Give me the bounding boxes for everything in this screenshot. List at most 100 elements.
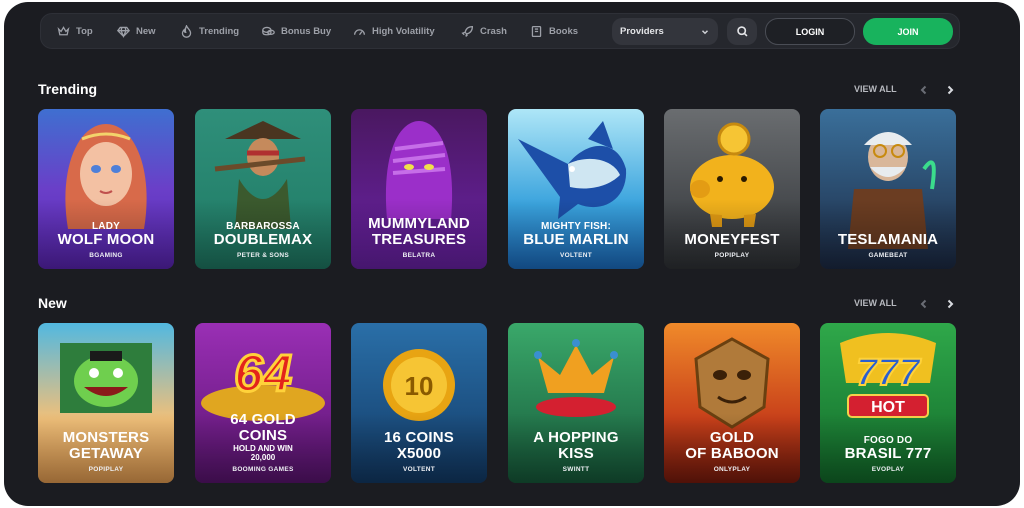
game-card-16-coins-x5000[interactable]: 10 16 COINS X5000 VOLTENT: [351, 323, 487, 483]
game-title: MONSTERS: [62, 429, 150, 446]
coins-icon: [262, 26, 275, 35]
card-text: GOLD OF BABOON ONLYPLAY: [664, 430, 800, 474]
game-title: MONEYFEST: [684, 231, 780, 248]
game-card-lady-wolf-moon[interactable]: LADY WOLF MOON BGAMING: [38, 109, 174, 269]
game-title: A HOPPING: [533, 429, 619, 446]
card-text: BARBAROSSA DOUBLEMAX PETER & SONS: [195, 221, 331, 260]
game-provider: POPIPLAY: [714, 252, 750, 259]
card-text: MONEYFEST POPIPLAY: [664, 232, 800, 260]
search-button[interactable]: [727, 18, 757, 45]
game-provider: GAMEBEAT: [868, 252, 908, 259]
nav-item-bonus-buy[interactable]: Bonus Buy: [262, 14, 331, 48]
chevron-right-icon: [947, 299, 954, 309]
nav-label-new: New: [136, 25, 156, 37]
game-title-line2: GETAWAY: [69, 445, 143, 462]
trending-prev-arrow[interactable]: [918, 83, 932, 97]
chevron-left-icon: [920, 299, 927, 309]
game-provider: POPIPLAY: [88, 466, 124, 473]
game-card-blue-marlin[interactable]: MIGHTY FISH: BLUE MARLIN VOLTENT: [508, 109, 644, 269]
chevron-right-icon: [947, 85, 954, 95]
view-all-new[interactable]: VIEW ALL: [854, 298, 897, 308]
card-text: LADY WOLF MOON BGAMING: [38, 221, 174, 260]
nav-item-crash[interactable]: Crash: [461, 14, 507, 48]
nav-label-top: Top: [76, 25, 93, 37]
trending-next-arrow[interactable]: [944, 83, 958, 97]
card-text: TESLAMANIA GAMEBEAT: [820, 232, 956, 260]
coin-value: 10: [405, 371, 434, 401]
join-button[interactable]: JOIN: [863, 18, 953, 45]
nav-item-trending[interactable]: Trending: [180, 14, 239, 48]
game-provider: PETER & SONS: [237, 252, 289, 259]
game-card-moneyfest[interactable]: MONEYFEST POPIPLAY: [664, 109, 800, 269]
logo-777: 777: [856, 352, 921, 394]
nav-item-new[interactable]: New: [117, 14, 156, 48]
game-title: MUMMYLAND: [368, 215, 470, 232]
rocket-icon: [461, 25, 474, 37]
game-provider: BGAMING: [89, 252, 123, 259]
diamond-icon: [117, 26, 130, 38]
game-card-a-hopping-kiss[interactable]: A HOPPING KISS SWINTT: [508, 323, 644, 483]
providers-label: Providers: [620, 26, 664, 37]
chevron-left-icon: [920, 85, 927, 95]
game-title: BLUE MARLIN: [523, 231, 629, 248]
providers-dropdown[interactable]: Providers: [612, 18, 718, 45]
game-card-64-gold-coins[interactable]: 64 64 GOLD COINS HOLD AND WIN 20,000 BOO…: [195, 323, 331, 483]
section-title-trending: Trending: [38, 81, 98, 97]
game-title-line2: COINS: [238, 427, 288, 444]
nav-item-high-volatility[interactable]: High Volatility: [353, 14, 435, 48]
game-title: GOLD: [709, 429, 755, 446]
badge-64: 64: [234, 345, 292, 403]
top-navbar: Top New Trending Bonus Buy High Volatili…: [40, 13, 960, 49]
game-card-teslamania[interactable]: TESLAMANIA GAMEBEAT: [820, 109, 956, 269]
game-provider: VOLTENT: [560, 252, 592, 259]
game-title: DOUBLEMAX: [213, 231, 313, 248]
nav-item-top[interactable]: Top: [57, 14, 93, 48]
game-title-line2: X5000: [396, 445, 442, 462]
game-tagline: HOLD AND WIN: [233, 444, 293, 453]
game-card-barbarossa-doublemax[interactable]: BARBAROSSA DOUBLEMAX PETER & SONS: [195, 109, 331, 269]
nav-label-trending: Trending: [199, 25, 240, 37]
card-text: MUMMYLAND TREASURES BELATRA: [351, 216, 487, 260]
game-title: TESLAMANIA: [837, 231, 939, 248]
card-text: A HOPPING KISS SWINTT: [508, 430, 644, 474]
login-button[interactable]: LOGIN: [765, 18, 855, 45]
search-icon: [736, 26, 748, 37]
gauge-icon: [353, 28, 366, 35]
game-title-line2: KISS: [558, 445, 594, 462]
game-title: 64 GOLD: [230, 411, 296, 428]
card-text: MONSTERS GETAWAY POPIPLAY: [38, 430, 174, 474]
nav-label-bonus-buy: Bonus Buy: [281, 25, 332, 37]
game-provider: BOOMING GAMES: [232, 466, 294, 473]
game-card-monsters-getaway[interactable]: MONSTERS GETAWAY POPIPLAY: [38, 323, 174, 483]
game-provider: SWINTT: [562, 466, 590, 473]
book-icon: [531, 25, 542, 37]
game-title: WOLF MOON: [57, 231, 155, 248]
game-card-fogo-do-brasil-777[interactable]: 777 HOT FOGO DO BRASIL 777 EVOPLAY: [820, 323, 956, 483]
game-card-mummyland-treasures[interactable]: MUMMYLAND TREASURES BELATRA: [351, 109, 487, 269]
game-provider: ONLYPLAY: [713, 466, 751, 473]
nav-label-crash: Crash: [480, 25, 507, 37]
app-frame: Top New Trending Bonus Buy High Volatili…: [4, 2, 1020, 506]
nav-item-books[interactable]: Books: [530, 14, 578, 48]
game-tagline-line2: 20,000: [250, 453, 276, 462]
game-provider: VOLTENT: [403, 466, 435, 473]
game-provider: EVOPLAY: [871, 466, 905, 473]
new-next-arrow[interactable]: [944, 297, 958, 311]
game-title: 16 COINS: [384, 429, 454, 446]
card-text: 64 GOLD COINS HOLD AND WIN 20,000 BOOMIN…: [195, 412, 331, 474]
section-title-new: New: [38, 295, 67, 311]
crown-icon: [57, 25, 70, 35]
view-all-trending[interactable]: VIEW ALL: [854, 84, 897, 94]
card-text: 16 COINS X5000 VOLTENT: [351, 430, 487, 474]
fire-icon: [181, 24, 192, 38]
game-card-gold-of-baboon[interactable]: GOLD OF BABOON ONLYPLAY: [664, 323, 800, 483]
game-provider: BELATRA: [402, 252, 436, 259]
game-title-line2: TREASURES: [371, 231, 467, 248]
nav-label-high-volatility: High Volatility: [372, 25, 435, 37]
new-prev-arrow[interactable]: [918, 297, 932, 311]
card-text: MIGHTY FISH: BLUE MARLIN VOLTENT: [508, 221, 644, 260]
card-text: FOGO DO BRASIL 777 EVOPLAY: [820, 435, 956, 474]
game-title-line2: OF BABOON: [685, 445, 779, 462]
chevron-down-icon: [701, 29, 709, 34]
game-title: BRASIL 777: [844, 445, 932, 462]
